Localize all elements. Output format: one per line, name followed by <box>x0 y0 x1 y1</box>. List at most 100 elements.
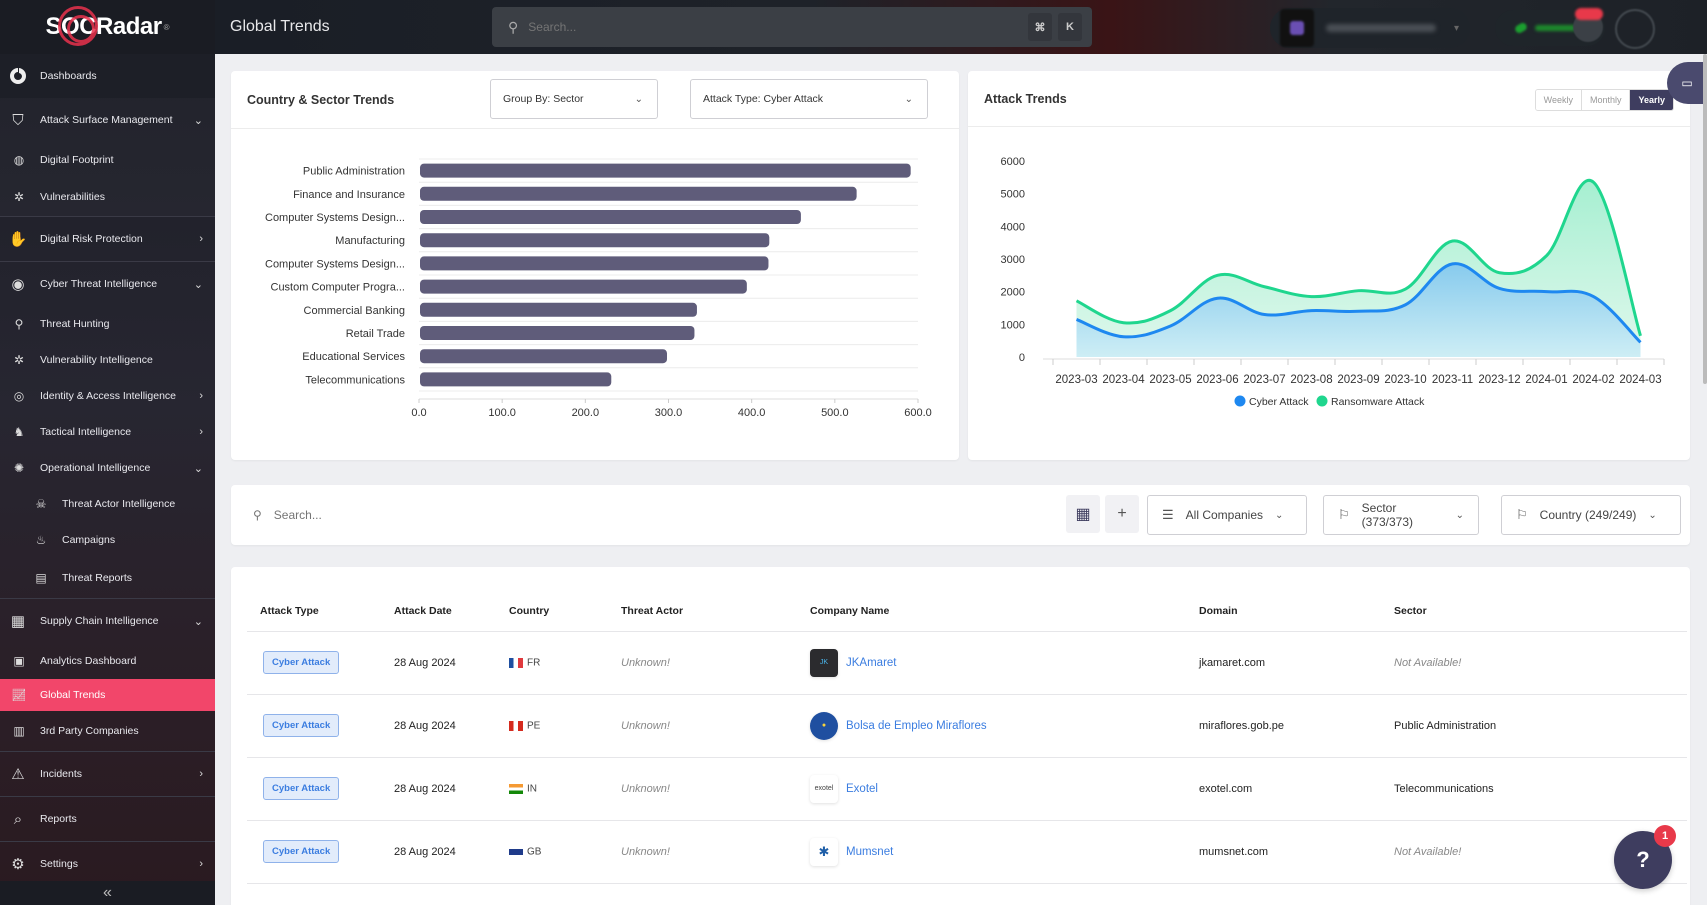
sidebar-item-cyber-threat-intelligence[interactable]: ◉ Cyber Threat Intelligence ⌄ <box>0 262 215 306</box>
radar-logo-icon <box>58 6 98 46</box>
table-row[interactable]: Cyber Attack 28 Aug 2024 GB Unknown! ✱ Mu… <box>247 820 1687 884</box>
company-link[interactable]: Mumsnet <box>846 846 893 858</box>
period-yearly-button[interactable]: Yearly <box>1630 90 1673 110</box>
company-link[interactable]: Exotel <box>846 783 878 795</box>
country-select[interactable]: ⚐ Country (249/249) ⌄ <box>1501 495 1681 535</box>
y-tick-label: 6000 <box>1001 156 1025 168</box>
sidebar-item-settings[interactable]: ⚙ Settings › <box>0 842 215 886</box>
column-header-country[interactable]: Country <box>496 591 608 632</box>
global-search-input[interactable] <box>528 20 1022 34</box>
sidebar-item-threat-hunting[interactable]: ⚲ Threat Hunting <box>0 306 215 342</box>
period-monthly-button[interactable]: Monthly <box>1581 90 1631 110</box>
chevron-down-icon: ▾ <box>1454 22 1460 34</box>
sidebar-item-tactical-intelligence[interactable]: ♞ Tactical Intelligence › <box>0 414 215 450</box>
grid-view-button[interactable]: ▦ <box>1066 495 1100 533</box>
analytics-icon: ▣ <box>13 654 25 668</box>
y-tick-label: 3000 <box>1001 254 1025 266</box>
column-header-attack-date[interactable]: Attack Date <box>381 591 496 632</box>
x-tick-label: 2024-01 <box>1525 374 1567 386</box>
trend-chart-icon: 📈︎ <box>11 688 27 702</box>
sidebar-item-attack-surface-management[interactable]: ⛉ Attack Surface Management ⌄ <box>0 98 215 142</box>
column-header-company-name[interactable]: Company Name <box>797 591 1186 632</box>
brand-logo[interactable]: SOCRadar ® <box>0 0 215 54</box>
chevron-right-icon: › <box>199 233 203 245</box>
group-by-select[interactable]: Group By: Sector ⌄ <box>490 79 658 119</box>
sidebar-item-analytics-dashboard[interactable]: ▣ Analytics Dashboard <box>0 643 215 679</box>
sidebar-item-global-trends[interactable]: 📈︎ Global Trends <box>0 679 215 711</box>
help-chat-button[interactable]: ? 1 <box>1614 825 1676 889</box>
attacks-table-card: Attack Type Attack Date Country Threat A… <box>231 567 1690 905</box>
column-header-threat-actor[interactable]: Threat Actor <box>608 591 797 632</box>
sidebar-item-3rd-party-companies[interactable]: ▥ 3rd Party Companies <box>0 711 215 751</box>
sidebar-item-label: 3rd Party Companies <box>40 725 139 737</box>
attack-type-select[interactable]: Attack Type: Cyber Attack ⌄ <box>690 79 928 119</box>
command-key-hint: ⌘ <box>1028 13 1052 41</box>
x-tick-label: 2023-06 <box>1196 374 1238 386</box>
table-search-input[interactable] <box>273 508 774 522</box>
sidebar-item-supply-chain-intelligence[interactable]: ▦ Supply Chain Intelligence ⌄ <box>0 599 215 643</box>
legend-item[interactable]: Cyber Attack <box>1234 395 1310 409</box>
bar <box>420 256 769 271</box>
page-scrollbar[interactable] <box>1703 54 1707 384</box>
sidebar-item-label: Tactical Intelligence <box>40 426 132 438</box>
x-tick-label: 2023-04 <box>1102 374 1145 386</box>
country-code: FR <box>527 657 541 669</box>
category-label: Educational Services <box>302 351 405 363</box>
sector: Telecommunications <box>1381 757 1687 821</box>
floating-message-button[interactable]: ▭ <box>1667 62 1707 104</box>
table-row[interactable]: Cyber Attack 28 Aug 2024 PE Unknown! ● Bo… <box>247 694 1687 758</box>
legend-item[interactable]: Ransomware Attack <box>1316 395 1426 409</box>
company-switcher[interactable]: ▾ <box>1270 8 1470 48</box>
user-menu-button[interactable] <box>1615 9 1655 49</box>
sector-select[interactable]: ⚐ Sector (373/373) ⌄ <box>1323 495 1479 535</box>
add-button[interactable]: + <box>1105 495 1139 533</box>
sidebar-item-label: Identity & Access Intelligence <box>40 390 176 402</box>
select-value: All Companies <box>1185 508 1264 522</box>
x-tick-label: 400.0 <box>738 407 766 419</box>
table-row[interactable]: Cyber Attack 28 Aug 2024 FR Unknown! JK J… <box>247 631 1687 695</box>
notifications-button[interactable] <box>1573 12 1603 42</box>
country-code: PE <box>527 720 541 732</box>
sidebar-item-vulnerability-intelligence[interactable]: ✲ Vulnerability Intelligence <box>0 342 215 378</box>
collapse-sidebar-button[interactable]: « <box>0 881 215 905</box>
period-weekly-button[interactable]: Weekly <box>1535 90 1582 110</box>
company-link[interactable]: Bolsa de Empleo Miraflores <box>846 720 987 732</box>
sidebar-item-label: Incidents <box>40 768 83 780</box>
sidebar-item-incidents[interactable]: ⚠ Incidents › <box>0 752 215 796</box>
table-row[interactable]: Cyber Attack 28 Aug 2024 IN Unknown! exo… <box>247 757 1687 821</box>
bar <box>420 210 801 224</box>
x-tick-label: 100.0 <box>488 407 516 419</box>
company-logo: exotel <box>810 774 838 803</box>
sidebar-item-vulnerabilities[interactable]: ✲ Vulnerabilities <box>0 178 215 216</box>
attack-type-badge: Cyber Attack <box>263 777 340 800</box>
report-icon: ▤ <box>35 571 47 585</box>
sidebar-item-threat-reports[interactable]: ▤ Threat Reports <box>0 558 215 598</box>
domain: jkamaret.com <box>1186 631 1381 695</box>
global-search[interactable]: ⚲ ⌘ K <box>492 7 1092 47</box>
sidebar-item-label: Reports <box>40 813 77 825</box>
bar <box>420 279 747 294</box>
companies-select[interactable]: ☰ All Companies ⌄ <box>1147 495 1307 535</box>
sidebar-item-operational-intelligence[interactable]: ✺ Operational Intelligence ⌄ <box>0 450 215 486</box>
chevron-down-icon: ⌄ <box>1275 509 1284 521</box>
sidebar-item-campaigns[interactable]: ♨ Campaigns <box>0 522 215 558</box>
column-header-domain[interactable]: Domain <box>1186 591 1381 632</box>
country-code: IN <box>527 783 537 795</box>
column-header-sector[interactable]: Sector <box>1381 591 1687 632</box>
sidebar-item-reports[interactable]: ⌕ Reports <box>0 797 215 841</box>
column-header-attack-type[interactable]: Attack Type <box>247 591 381 632</box>
gears-icon: ⚙ <box>11 856 25 873</box>
sidebar-item-digital-footprint[interactable]: ◍ Digital Footprint <box>0 142 215 178</box>
virus-icon: ✺ <box>13 461 25 475</box>
sidebar-item-dashboards[interactable]: Dashboards <box>0 54 215 98</box>
threat-actor: Unknown! <box>608 820 797 884</box>
search-icon: ⚲ <box>508 18 519 35</box>
sidebar-item-identity-access-intelligence[interactable]: ◎ Identity & Access Intelligence › <box>0 378 215 414</box>
x-tick-label: 2023-05 <box>1149 374 1191 386</box>
x-tick-label: 2024-02 <box>1572 374 1614 386</box>
sidebar-item-threat-actor-intelligence[interactable]: ☠ Threat Actor Intelligence <box>0 486 215 522</box>
attacks-table: Attack Type Attack Date Country Threat A… <box>247 591 1687 884</box>
company-link[interactable]: JKAmaret <box>846 657 897 669</box>
sidebar-item-digital-risk-protection[interactable]: ✋ Digital Risk Protection › <box>0 217 215 261</box>
bar <box>420 326 695 340</box>
